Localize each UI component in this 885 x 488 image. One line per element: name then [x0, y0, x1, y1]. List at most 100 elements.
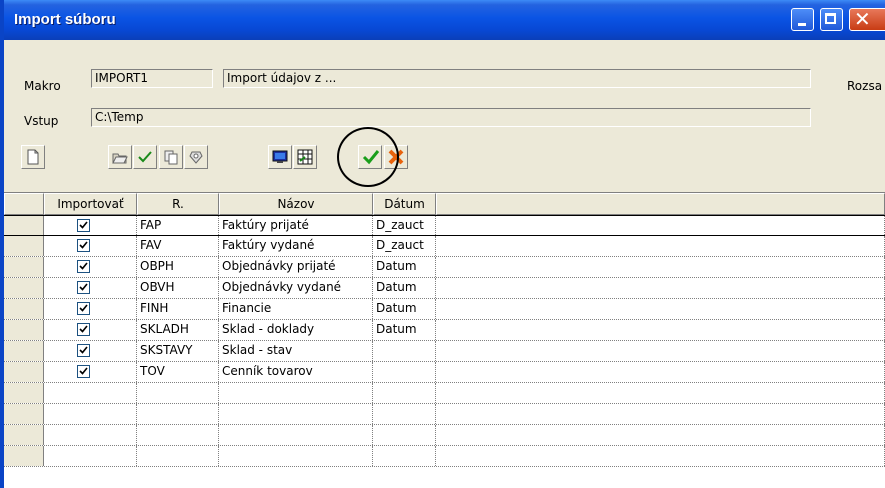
cell-filler[interactable] — [436, 216, 885, 235]
new-button[interactable] — [21, 145, 45, 169]
makro-code-field[interactable]: IMPORT1 — [91, 69, 213, 88]
makro-description-field[interactable]: Import údajov z ... — [223, 69, 811, 88]
col-header-nazov[interactable]: Názov — [219, 193, 373, 215]
cell-r[interactable]: OBVH — [137, 278, 219, 298]
row-indicator[interactable] — [4, 383, 44, 403]
cell-datum[interactable]: Datum — [373, 278, 436, 298]
open-button[interactable] — [108, 145, 132, 169]
cell-filler[interactable] — [436, 257, 885, 277]
monitor-button[interactable] — [268, 145, 292, 169]
col-header-importovat[interactable]: Importovať — [44, 193, 137, 215]
col-header-r[interactable]: R. — [137, 193, 219, 215]
cell-nazov[interactable] — [219, 425, 373, 445]
cell-nazov[interactable]: Sklad - stav — [219, 341, 373, 361]
row-indicator[interactable] — [4, 341, 44, 361]
cell-importovat[interactable] — [44, 216, 137, 235]
cell-nazov[interactable] — [219, 383, 373, 403]
cell-r[interactable] — [137, 404, 219, 424]
cell-importovat[interactable] — [44, 299, 137, 319]
cell-r[interactable] — [137, 446, 219, 466]
row-indicator[interactable] — [4, 362, 44, 382]
import-checkbox[interactable] — [77, 260, 90, 273]
row-indicator[interactable] — [4, 278, 44, 298]
cell-datum[interactable]: Datum — [373, 320, 436, 340]
row-indicator[interactable] — [4, 320, 44, 340]
import-checkbox[interactable] — [77, 302, 90, 315]
cell-nazov[interactable] — [219, 404, 373, 424]
row-indicator[interactable] — [4, 236, 44, 256]
cell-filler[interactable] — [436, 236, 885, 256]
cell-filler[interactable] — [436, 383, 885, 403]
import-checkbox[interactable] — [77, 323, 90, 336]
cell-importovat[interactable] — [44, 341, 137, 361]
table-row[interactable]: SKSTAVY Sklad - stav — [4, 341, 885, 362]
cell-r[interactable] — [137, 425, 219, 445]
cell-datum[interactable]: Datum — [373, 257, 436, 277]
row-indicator[interactable] — [4, 299, 44, 319]
cell-r[interactable] — [137, 383, 219, 403]
import-checkbox[interactable] — [77, 239, 90, 252]
cell-nazov[interactable]: Cenník tovarov — [219, 362, 373, 382]
cell-r[interactable]: SKLADH — [137, 320, 219, 340]
cell-filler[interactable] — [436, 299, 885, 319]
cell-nazov[interactable]: Objednávky vydané — [219, 278, 373, 298]
close-button[interactable]: ✕ — [849, 7, 885, 31]
row-indicator[interactable] — [4, 216, 44, 235]
cell-filler[interactable] — [436, 425, 885, 445]
cell-datum[interactable] — [373, 404, 436, 424]
cell-datum[interactable] — [373, 383, 436, 403]
cell-importovat[interactable] — [44, 404, 137, 424]
table-row[interactable]: FAV Faktúry vydané D_zauct — [4, 236, 885, 257]
cell-r[interactable]: FAV — [137, 236, 219, 256]
cell-filler[interactable] — [436, 320, 885, 340]
table-row[interactable]: TOV Cenník tovarov — [4, 362, 885, 383]
cell-datum[interactable] — [373, 446, 436, 466]
row-indicator[interactable] — [4, 404, 44, 424]
cell-datum[interactable]: D_zauct — [373, 216, 436, 235]
cell-filler[interactable] — [436, 404, 885, 424]
cell-datum[interactable] — [373, 425, 436, 445]
check-button[interactable] — [133, 145, 157, 169]
import-checkbox[interactable] — [77, 365, 90, 378]
minimize-button[interactable] — [791, 8, 814, 31]
cell-filler[interactable] — [436, 446, 885, 466]
row-indicator[interactable] — [4, 425, 44, 445]
settings-button[interactable] — [184, 145, 208, 169]
cell-importovat[interactable] — [44, 236, 137, 256]
cell-r[interactable]: SKSTAVY — [137, 341, 219, 361]
cell-datum[interactable] — [373, 362, 436, 382]
vstup-path-field[interactable]: C:\Temp — [91, 108, 811, 127]
cell-nazov[interactable]: Financie — [219, 299, 373, 319]
table-row[interactable] — [4, 425, 885, 446]
cell-importovat[interactable] — [44, 278, 137, 298]
cell-importovat[interactable] — [44, 383, 137, 403]
cell-r[interactable]: FAP — [137, 216, 219, 235]
col-header-datum[interactable]: Dátum — [373, 193, 436, 215]
table-row[interactable]: FINH Financie Datum — [4, 299, 885, 320]
import-checkbox[interactable] — [77, 344, 90, 357]
cell-r[interactable]: TOV — [137, 362, 219, 382]
table-row[interactable]: FAP Faktúry prijaté D_zauct — [4, 215, 885, 236]
cell-nazov[interactable] — [219, 446, 373, 466]
maximize-button[interactable] — [820, 8, 843, 31]
table-row[interactable]: OBVH Objednávky vydané Datum — [4, 278, 885, 299]
row-indicator[interactable] — [4, 446, 44, 466]
cell-importovat[interactable] — [44, 446, 137, 466]
cell-importovat[interactable] — [44, 425, 137, 445]
import-checkbox[interactable] — [77, 219, 90, 232]
cell-nazov[interactable]: Sklad - doklady — [219, 320, 373, 340]
cell-filler[interactable] — [436, 362, 885, 382]
copy-button[interactable] — [159, 145, 183, 169]
cell-datum[interactable] — [373, 341, 436, 361]
cell-nazov[interactable]: Faktúry prijaté — [219, 216, 373, 235]
row-indicator[interactable] — [4, 257, 44, 277]
cell-importovat[interactable] — [44, 362, 137, 382]
table-row[interactable]: OBPH Objednávky prijaté Datum — [4, 257, 885, 278]
cell-datum[interactable]: Datum — [373, 299, 436, 319]
table-row[interactable]: SKLADH Sklad - doklady Datum — [4, 320, 885, 341]
table-row[interactable] — [4, 446, 885, 467]
cell-datum[interactable]: D_zauct — [373, 236, 436, 256]
table-row[interactable] — [4, 383, 885, 404]
cell-filler[interactable] — [436, 278, 885, 298]
cell-r[interactable]: OBPH — [137, 257, 219, 277]
